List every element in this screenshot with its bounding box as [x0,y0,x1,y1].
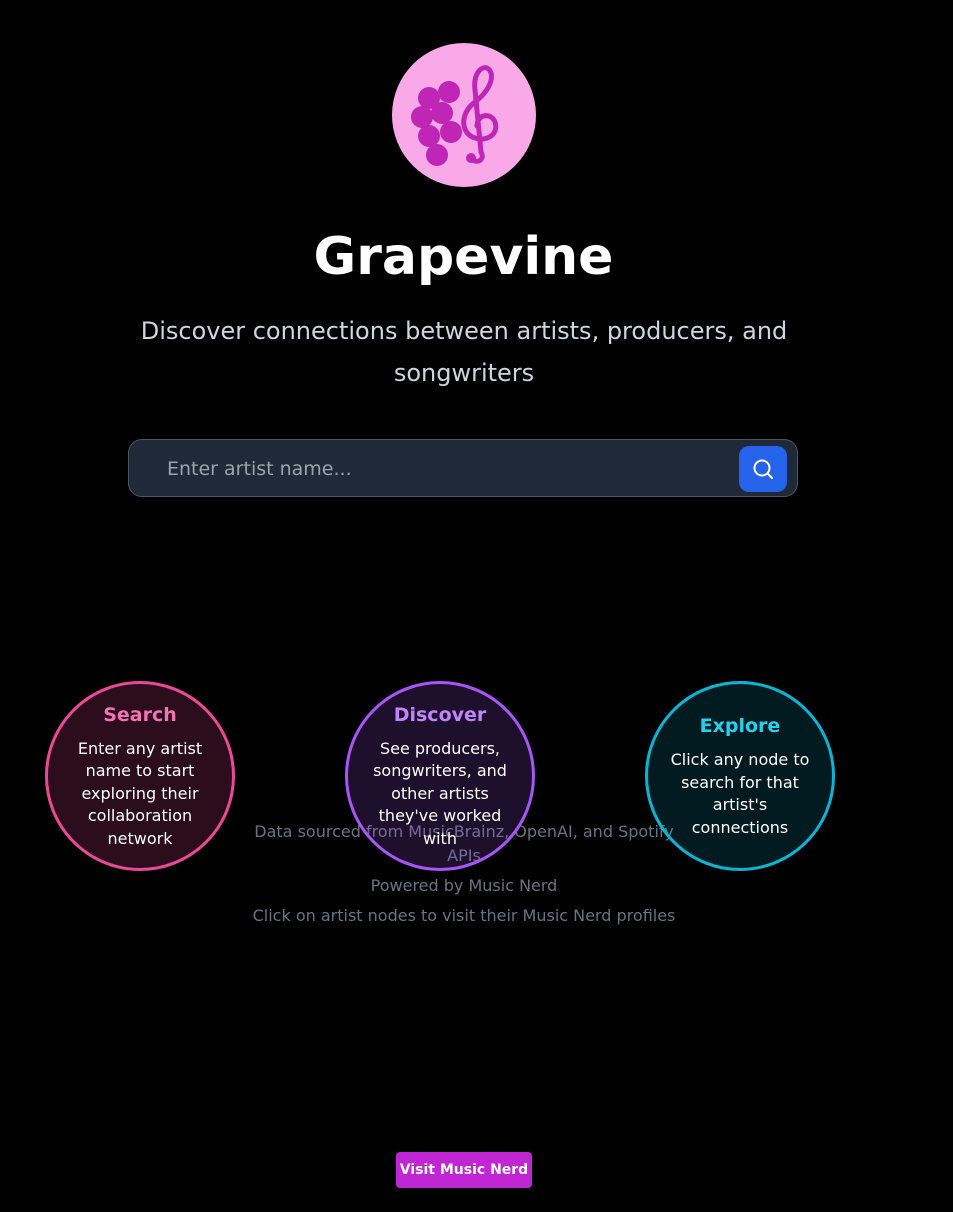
search-button[interactable] [739,446,787,492]
page: Grapevine Discover connections between a… [0,0,953,1212]
feature-search: Search Enter any artist name to start ex… [45,681,235,871]
feature-explore: Explore Click any node to search for tha… [645,681,835,871]
feature-title: Search [103,703,177,726]
feature-title: Discover [393,703,487,726]
powered-by-text: Powered by Music Nerd [370,876,558,895]
feature-description: Enter any artist name to start exploring… [77,738,203,848]
feature-description: See producers, songwriters, and other ar… [373,738,507,848]
search-bar [128,439,798,498]
app-subtitle: Discover connections between artists, pr… [140,317,788,387]
grapevine-logo [392,43,536,187]
app-title: Grapevine [313,227,614,287]
feature-title: Explore [699,715,781,737]
artist-search-input[interactable] [165,440,729,498]
visit-music-nerd-button[interactable]: Visit Music Nerd [396,1152,532,1188]
artist-nodes-hint: Click on artist nodes to visit their Mus… [252,906,676,925]
feature-description: Click any node to search for that artist… [670,750,810,837]
grape-treble-clef-icon [411,65,499,166]
search-icon [753,459,773,479]
feature-discover: Discover See producers, songwriters, and… [345,681,535,871]
